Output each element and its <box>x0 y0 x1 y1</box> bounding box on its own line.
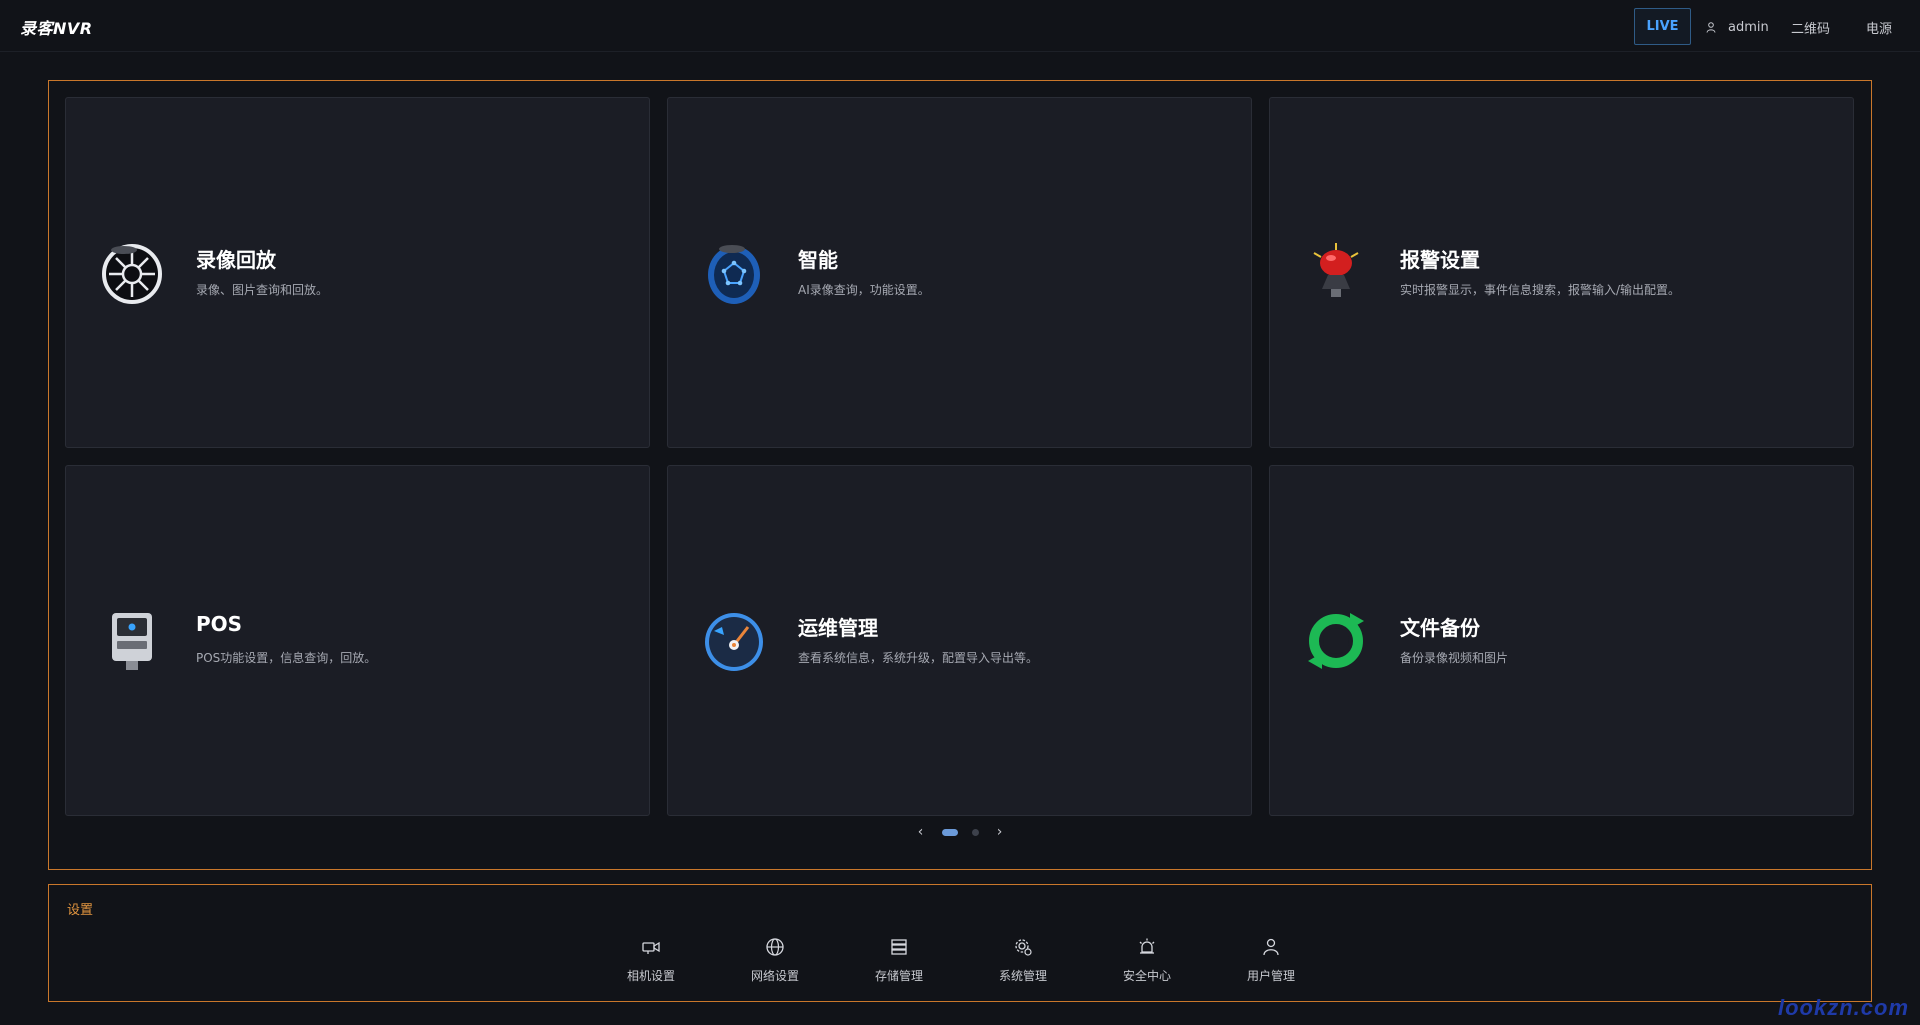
page-dot-1[interactable] <box>941 828 958 836</box>
storage-icon <box>891 939 907 955</box>
card-description: 备份录像视频和图片 <box>1400 651 1509 665</box>
card-description: 查看系统信息，系统升级，配置导入导出等。 <box>798 651 1039 665</box>
feature-card-playback[interactable]: 录像回放 录像、图片查询和回放。 <box>65 97 650 448</box>
pos-terminal-icon <box>112 613 152 670</box>
setting-label: 系统管理 <box>998 969 1047 983</box>
setting-label: 相机设置 <box>626 969 675 983</box>
backup-sync-icon <box>1308 613 1364 669</box>
playback-reel-icon <box>102 244 162 304</box>
brand-logo: 录客NVR <box>20 19 93 38</box>
watermark: lookzn.com <box>1778 995 1910 1020</box>
card-description: 录像、图片查询和回放。 <box>196 283 329 297</box>
page-dot-2[interactable] <box>971 828 979 836</box>
setting-network[interactable]: 网络设置 <box>725 937 825 987</box>
power-link[interactable]: 电源 <box>1866 18 1892 37</box>
feature-card-smart[interactable]: 智能 AI录像查询，功能设置。 <box>667 97 1252 448</box>
maintenance-gauge-icon <box>705 613 763 671</box>
card-title: POS <box>196 612 243 636</box>
feature-card-backup[interactable]: 文件备份 备份录像视频和图片 <box>1269 465 1854 816</box>
user-menu[interactable]: admin <box>1706 17 1769 37</box>
card-description: AI录像查询，功能设置。 <box>798 283 930 297</box>
card-description: POS功能设置，信息查询，回放。 <box>196 651 377 665</box>
top-bar: 录客NVR LIVE admin 二维码 电源 <box>0 0 1920 52</box>
card-title: 运维管理 <box>798 616 878 640</box>
prev-page-button[interactable]: ‹ <box>914 824 928 840</box>
setting-label: 存储管理 <box>874 969 923 983</box>
feature-panel: 录像回放 录像、图片查询和回放。 智能 AI录像查询，功能设置。 报警设置 实时… <box>48 80 1872 870</box>
setting-system[interactable]: 系统管理 <box>973 937 1073 987</box>
globe-icon <box>766 938 784 956</box>
card-title: 文件备份 <box>1400 616 1480 640</box>
setting-users[interactable]: 用户管理 <box>1221 937 1321 987</box>
ai-smart-icon <box>708 245 760 304</box>
setting-security[interactable]: 安全中心 <box>1097 937 1197 987</box>
carousel-pager: ‹ › <box>49 822 1871 842</box>
next-page-button[interactable]: › <box>993 824 1007 840</box>
feature-card-pos[interactable]: POS POS功能设置，信息查询，回放。 <box>65 465 650 816</box>
user-name: admin <box>1728 19 1769 35</box>
feature-card-alarm[interactable]: 报警设置 实时报警显示，事件信息搜索，报警输入/输出配置。 <box>1269 97 1854 448</box>
camera-icon <box>642 941 660 954</box>
settings-title: 设置 <box>67 903 94 918</box>
feature-card-maintenance[interactable]: 运维管理 查看系统信息，系统升级，配置导入导出等。 <box>667 465 1252 816</box>
setting-storage[interactable]: 存储管理 <box>849 937 949 987</box>
card-title: 智能 <box>798 248 838 272</box>
settings-panel: 设置 相机设置 网络设置 存储管理 系统管理 安全中心 用户管理 <box>48 884 1872 1002</box>
qrcode-link[interactable]: 二维码 <box>1791 18 1830 37</box>
setting-camera[interactable]: 相机设置 <box>601 937 701 987</box>
system-gear-icon <box>1015 939 1032 956</box>
card-title: 录像回放 <box>196 248 276 272</box>
card-description: 实时报警显示，事件信息搜索，报警输入/输出配置。 <box>1400 283 1681 297</box>
card-title: 报警设置 <box>1400 248 1480 272</box>
live-button[interactable]: LIVE <box>1634 8 1691 45</box>
setting-label: 安全中心 <box>1122 969 1171 983</box>
setting-label: 网络设置 <box>750 969 799 983</box>
alarm-light-icon <box>1313 243 1359 297</box>
user-icon <box>1263 938 1279 956</box>
security-alarm-icon <box>1139 938 1155 954</box>
user-icon <box>1706 21 1716 33</box>
setting-label: 用户管理 <box>1246 969 1295 983</box>
